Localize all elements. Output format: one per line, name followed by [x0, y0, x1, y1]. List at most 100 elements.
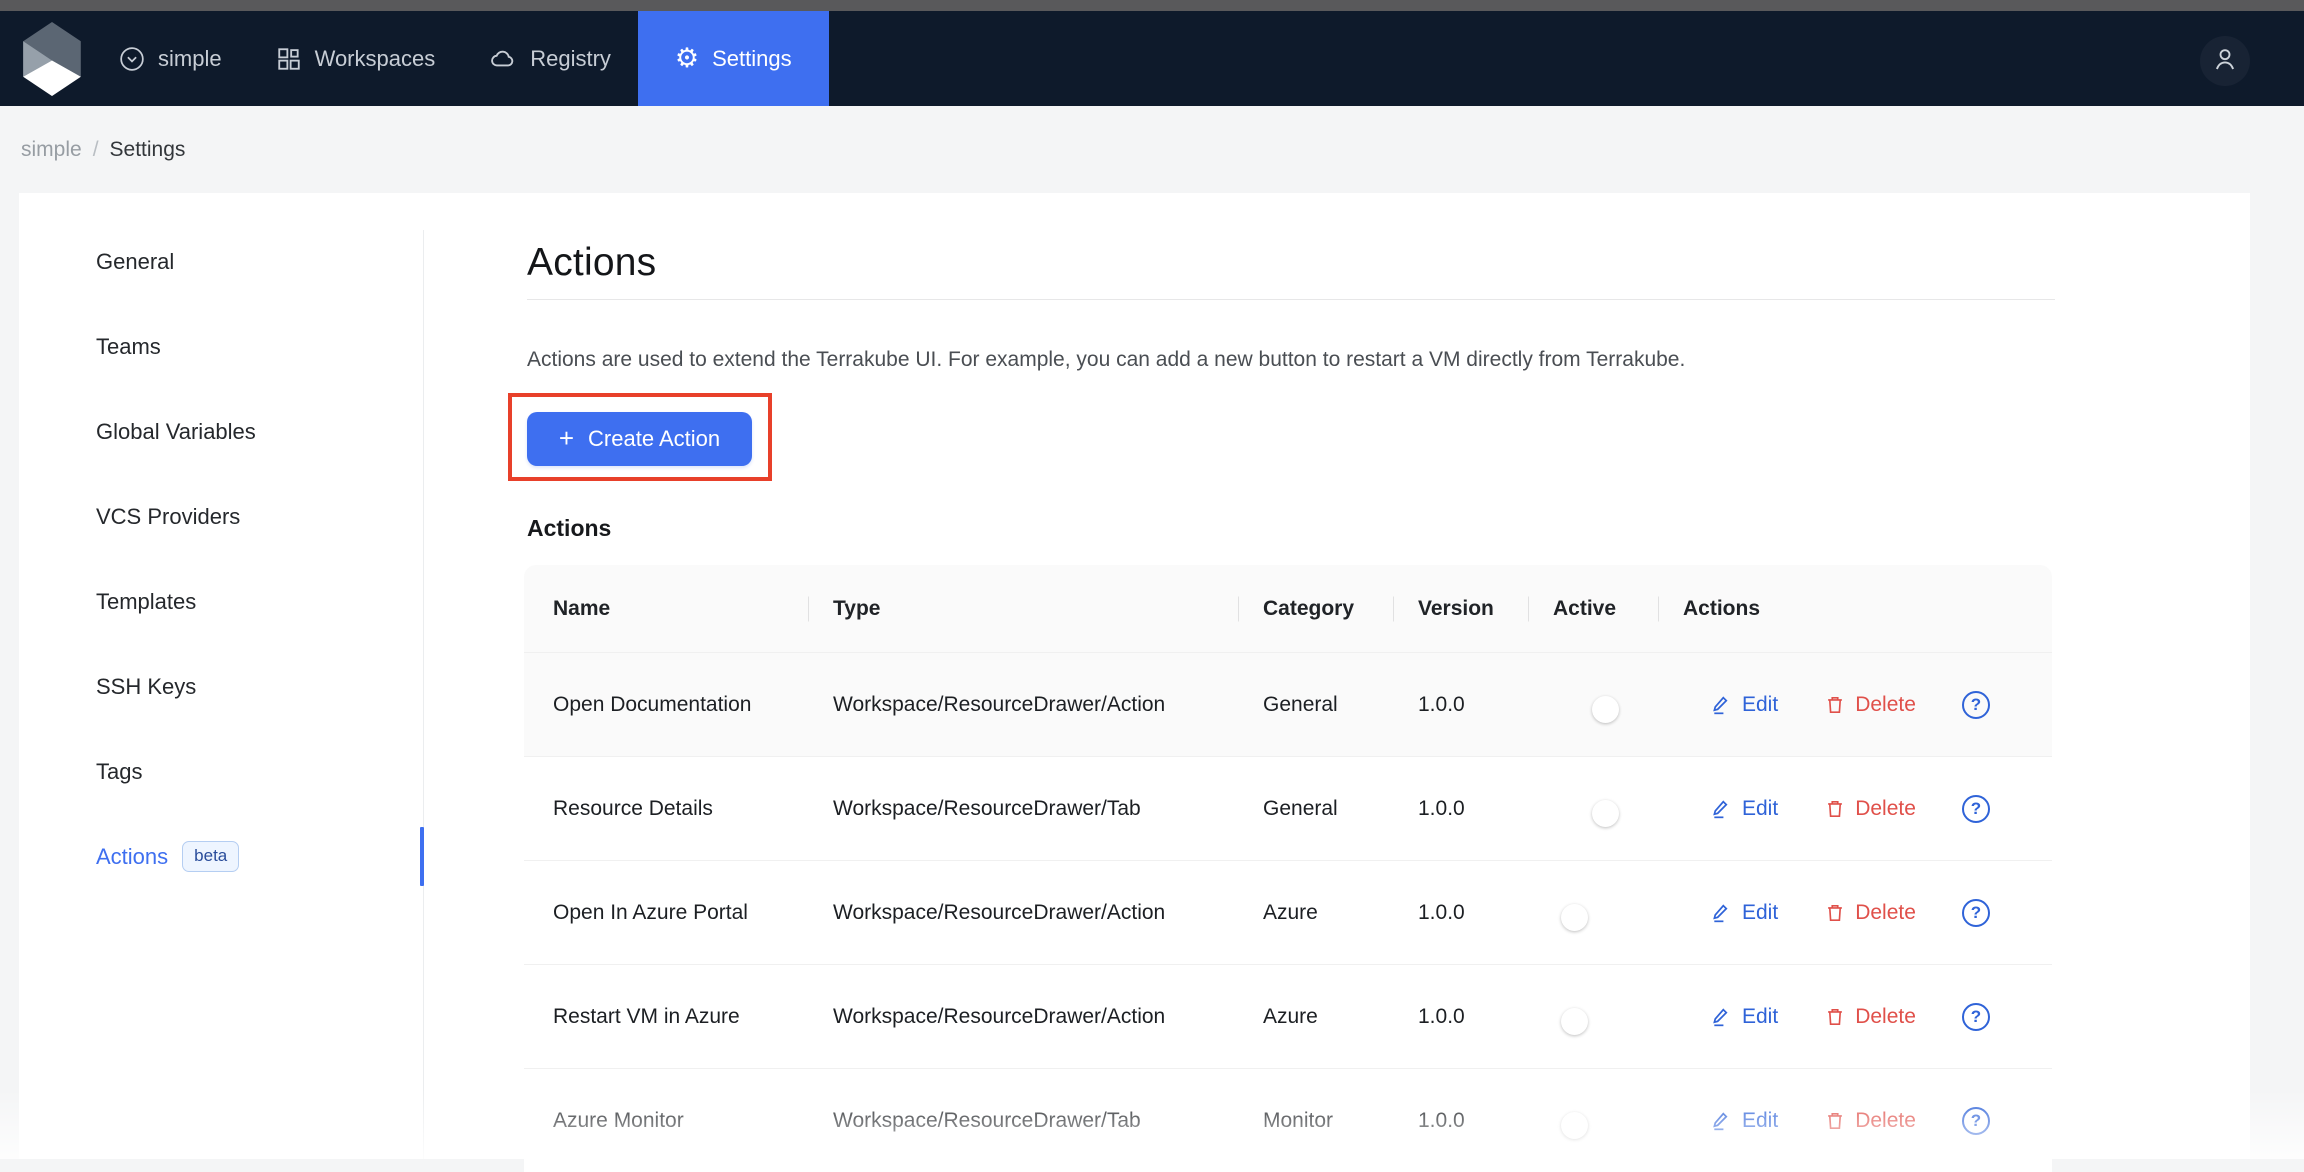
delete-button[interactable]: Delete [1824, 901, 1916, 925]
sidebar-item-teams[interactable]: Teams [19, 304, 424, 389]
toggle-knob [1592, 696, 1619, 723]
trash-icon [1824, 902, 1846, 924]
cell-name: Restart VM in Azure [553, 1005, 833, 1029]
cell-type: Workspace/ResourceDrawer/Action [833, 901, 1263, 925]
delete-label: Delete [1855, 797, 1916, 821]
sidebar-item-label: Tags [96, 759, 142, 785]
cell-category: Azure [1263, 1005, 1418, 1029]
sidebar-item-actions[interactable]: Actions beta [19, 814, 424, 899]
delete-button[interactable]: Delete [1824, 1005, 1916, 1029]
sidebar-item-general[interactable]: General [19, 219, 424, 304]
sidebar-item-label: Global Variables [96, 419, 256, 445]
cell-version: 1.0.0 [1418, 693, 1553, 717]
table-row: Open Documentation Workspace/ResourceDra… [524, 652, 2052, 756]
toggle-knob [1561, 904, 1588, 931]
table-row: Open In Azure Portal Workspace/ResourceD… [524, 860, 2052, 964]
nav-item-registry[interactable]: Registry [462, 11, 638, 106]
trash-icon [1824, 798, 1846, 820]
actions-panel: Actions Actions are used to extend the T… [527, 193, 2071, 1159]
cell-type: Workspace/ResourceDrawer/Tab [833, 1109, 1263, 1133]
help-icon[interactable]: ? [1962, 795, 1990, 823]
delete-button[interactable]: Delete [1824, 1109, 1916, 1133]
create-action-button[interactable]: + Create Action [527, 412, 752, 466]
edit-pen-icon [1710, 797, 1733, 820]
table-row: Resource Details Workspace/ResourceDrawe… [524, 756, 2052, 860]
edit-pen-icon [1710, 1109, 1733, 1132]
edit-label: Edit [1742, 901, 1778, 925]
grid-icon [276, 46, 302, 72]
edit-label: Edit [1742, 797, 1778, 821]
cell-name: Resource Details [553, 797, 833, 821]
delete-button[interactable]: Delete [1824, 797, 1916, 821]
beta-badge: beta [182, 841, 239, 871]
nav-item-workspaces[interactable]: Workspaces [249, 11, 463, 106]
help-icon[interactable]: ? [1962, 691, 1990, 719]
cell-version: 1.0.0 [1418, 901, 1553, 925]
sidebar-item-label: General [96, 249, 174, 275]
table-body: Open Documentation Workspace/ResourceDra… [524, 652, 2052, 1172]
toggle-knob [1561, 1112, 1588, 1139]
edit-label: Edit [1742, 693, 1778, 717]
trash-icon [1824, 694, 1846, 716]
edit-pen-icon [1710, 693, 1733, 716]
cell-type: Workspace/ResourceDrawer/Action [833, 693, 1263, 717]
edit-button[interactable]: Edit [1710, 797, 1778, 821]
window-chrome-strip [0, 0, 2304, 11]
delete-label: Delete [1855, 1005, 1916, 1029]
delete-button[interactable]: Delete [1824, 693, 1916, 717]
sidebar-item-tags[interactable]: Tags [19, 729, 424, 814]
column-header-name: Name [553, 565, 833, 652]
sidebar-item-ssh-keys[interactable]: SSH Keys [19, 644, 424, 729]
create-action-label: Create Action [588, 426, 720, 452]
sidebar-item-vcs-providers[interactable]: VCS Providers [19, 474, 424, 559]
terrakube-logo [20, 22, 84, 96]
edit-pen-icon [1710, 1005, 1733, 1028]
cell-name: Open Documentation [553, 693, 833, 717]
cell-version: 1.0.0 [1418, 1109, 1553, 1133]
cell-category: Monitor [1263, 1109, 1418, 1133]
table-row: Restart VM in Azure Workspace/ResourceDr… [524, 964, 2052, 1068]
help-icon[interactable]: ? [1962, 1107, 1990, 1135]
cell-category: General [1263, 693, 1418, 717]
edit-button[interactable]: Edit [1710, 1109, 1778, 1133]
title-divider [527, 299, 2055, 300]
cell-category: Azure [1263, 901, 1418, 925]
edit-button[interactable]: Edit [1710, 693, 1778, 717]
page-title: Actions [527, 241, 656, 285]
page-description: Actions are used to extend the Terrakube… [527, 348, 1685, 372]
edit-button[interactable]: Edit [1710, 901, 1778, 925]
edit-button[interactable]: Edit [1710, 1005, 1778, 1029]
column-header-category: Category [1263, 565, 1418, 652]
toggle-knob [1592, 800, 1619, 827]
sidebar-item-label: VCS Providers [96, 504, 240, 530]
table-header-row: Name Type Category Version Active Action… [524, 565, 2052, 652]
delete-label: Delete [1855, 693, 1916, 717]
settings-sidebar: General Teams Global Variables VCS Provi… [19, 193, 424, 1159]
trash-icon [1824, 1006, 1846, 1028]
nav-item-label: Settings [712, 46, 792, 72]
breadcrumb-org[interactable]: simple [21, 138, 82, 162]
sidebar-item-label: Templates [96, 589, 196, 615]
edit-pen-icon [1710, 901, 1733, 924]
user-avatar-button[interactable] [2200, 36, 2250, 86]
cell-name: Open In Azure Portal [553, 901, 833, 925]
help-icon[interactable]: ? [1962, 1003, 1990, 1031]
settings-card: General Teams Global Variables VCS Provi… [19, 193, 2250, 1159]
nav-item-organization[interactable]: simple [92, 11, 249, 106]
cell-name: Azure Monitor [553, 1109, 833, 1133]
sidebar-item-templates[interactable]: Templates [19, 559, 424, 644]
sidebar-item-label: Teams [96, 334, 161, 360]
breadcrumb-page: Settings [110, 138, 186, 162]
breadcrumb: simple / Settings [0, 106, 2304, 193]
toggle-knob [1561, 1008, 1588, 1035]
cloud-icon [489, 45, 517, 73]
gear-icon: ⚙︎ [675, 45, 699, 72]
sidebar-item-label: SSH Keys [96, 674, 196, 700]
trash-icon [1824, 1110, 1846, 1132]
cell-version: 1.0.0 [1418, 1005, 1553, 1029]
help-icon[interactable]: ? [1962, 899, 1990, 927]
column-header-active: Active [1553, 565, 1683, 652]
sidebar-item-global-variables[interactable]: Global Variables [19, 389, 424, 474]
nav-item-settings[interactable]: ⚙︎ Settings [638, 11, 829, 106]
column-header-type: Type [833, 565, 1263, 652]
